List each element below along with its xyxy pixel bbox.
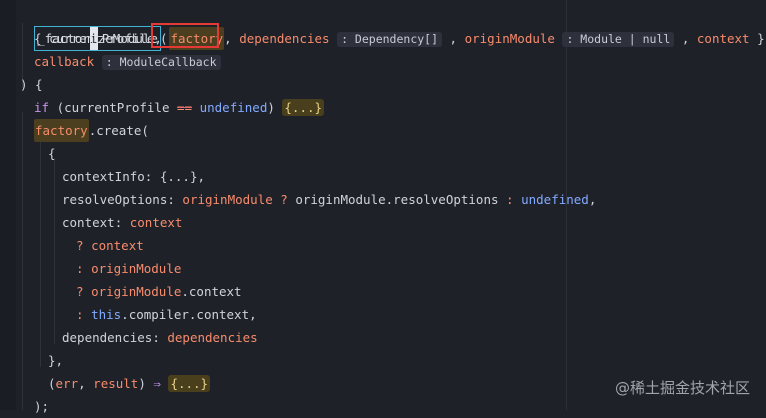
code-line-2[interactable]: { currentProfile, factory, dependencies … xyxy=(34,27,766,50)
colon: : xyxy=(152,330,168,345)
ternary-operator: ? xyxy=(272,192,296,207)
indent-guide xyxy=(22,112,23,410)
ternary-operator: ? xyxy=(76,238,92,253)
identifier: context xyxy=(91,238,144,253)
paren: ) xyxy=(138,376,154,391)
colon: : xyxy=(114,215,130,230)
code-line-13[interactable]: ? originModule.context xyxy=(76,280,242,303)
param-callback: callback xyxy=(34,54,95,69)
colon: : xyxy=(167,192,183,207)
indent-guide xyxy=(40,135,41,367)
param-context: context xyxy=(696,31,750,46)
code-line-3[interactable]: callback : ModuleCallback xyxy=(34,50,221,73)
folded-block[interactable]: {...} xyxy=(168,375,211,392)
comma: , xyxy=(224,31,232,46)
identifier-factory-highlight: factory xyxy=(34,119,89,142)
code-line-15[interactable]: dependencies: dependencies xyxy=(62,326,258,349)
identifier: originModule xyxy=(295,192,386,207)
code-line-17[interactable]: (err, result) ⇒ {...} xyxy=(48,372,211,395)
paren: ); xyxy=(34,399,50,414)
colon: : xyxy=(144,169,160,184)
code-line-4[interactable]: ) { xyxy=(20,73,43,96)
code-line-11[interactable]: ? context xyxy=(76,234,144,257)
property: dependencies xyxy=(62,330,153,345)
code-line-5[interactable]: if (currentProfile == undefined) {...} xyxy=(34,96,325,119)
comma: , xyxy=(78,376,94,391)
code-line-8[interactable]: contextInfo: {...}, xyxy=(62,165,205,188)
indent-guide xyxy=(54,158,55,344)
ternary-operator: : xyxy=(498,192,522,207)
property: contextInfo xyxy=(62,169,145,184)
param-err: err xyxy=(55,376,79,391)
method-call: .create( xyxy=(88,123,149,138)
identifier: dependencies xyxy=(167,330,258,345)
param-dependencies: dependencies xyxy=(239,31,330,46)
type-hint-module: : Module | null xyxy=(562,32,675,47)
ternary-operator: ? xyxy=(76,284,92,299)
type-hint-dependency: : Dependency[] xyxy=(337,32,443,47)
code-line-18[interactable]: ); xyxy=(34,395,49,418)
keyword-this: this xyxy=(91,307,122,322)
paren: ( xyxy=(49,100,65,115)
arrow-operator: ⇒ xyxy=(153,376,161,391)
code-line-6[interactable]: factory.create( xyxy=(34,119,149,142)
brace: }, xyxy=(757,31,766,46)
keyword-if: if xyxy=(34,100,50,115)
code-line-10[interactable]: context: context xyxy=(62,211,182,234)
code-line-1[interactable]: _factorizeModule( xyxy=(20,4,168,51)
property-access: .context xyxy=(181,284,242,299)
comma: , xyxy=(197,169,206,184)
code-line-14[interactable]: : this.compiler.context, xyxy=(76,303,257,326)
identifier: originModule xyxy=(182,192,273,207)
ternary-operator: : xyxy=(76,261,92,276)
code-line-16[interactable]: }, xyxy=(48,349,63,372)
folded-block[interactable]: {...} xyxy=(282,99,325,116)
code-line-12[interactable]: : originModule xyxy=(76,257,181,280)
paren: ( xyxy=(48,376,56,391)
comma: , xyxy=(588,192,597,207)
property-access: .resolveOptions xyxy=(385,192,499,207)
undefined-literal: undefined xyxy=(521,192,589,207)
type-hint-callback: : ModuleCallback xyxy=(101,55,221,70)
property: resolveOptions xyxy=(62,192,168,207)
folded-object[interactable]: {...} xyxy=(160,169,198,184)
undefined-literal: undefined xyxy=(199,100,268,115)
param-result: result xyxy=(93,376,139,391)
property-access: .compiler.context, xyxy=(121,307,257,322)
identifier: context xyxy=(129,215,183,230)
comma: , xyxy=(674,31,690,46)
param-originModule: originModule xyxy=(464,31,555,46)
brace: { xyxy=(48,146,56,161)
brace: }, xyxy=(48,353,64,368)
identifier: currentProfile xyxy=(64,100,170,115)
param-currentProfile: currentProfile xyxy=(49,31,155,46)
brace: { xyxy=(34,31,50,46)
ternary-operator: : xyxy=(76,307,92,322)
paren-brace: ) { xyxy=(20,77,43,92)
annotation-highlight-box xyxy=(151,23,219,48)
identifier: originModule xyxy=(91,284,182,299)
operator: == xyxy=(177,100,193,115)
code-line-7[interactable]: { xyxy=(48,142,56,165)
paren: ) xyxy=(267,100,283,115)
code-line-9[interactable]: resolveOptions: originModule ? originMod… xyxy=(62,188,596,211)
editor-gutter xyxy=(0,0,16,410)
identifier: originModule xyxy=(91,261,182,276)
property: context xyxy=(62,215,115,230)
comma: , xyxy=(442,31,458,46)
watermark: @稀土掘金技术社区 xyxy=(614,379,750,397)
